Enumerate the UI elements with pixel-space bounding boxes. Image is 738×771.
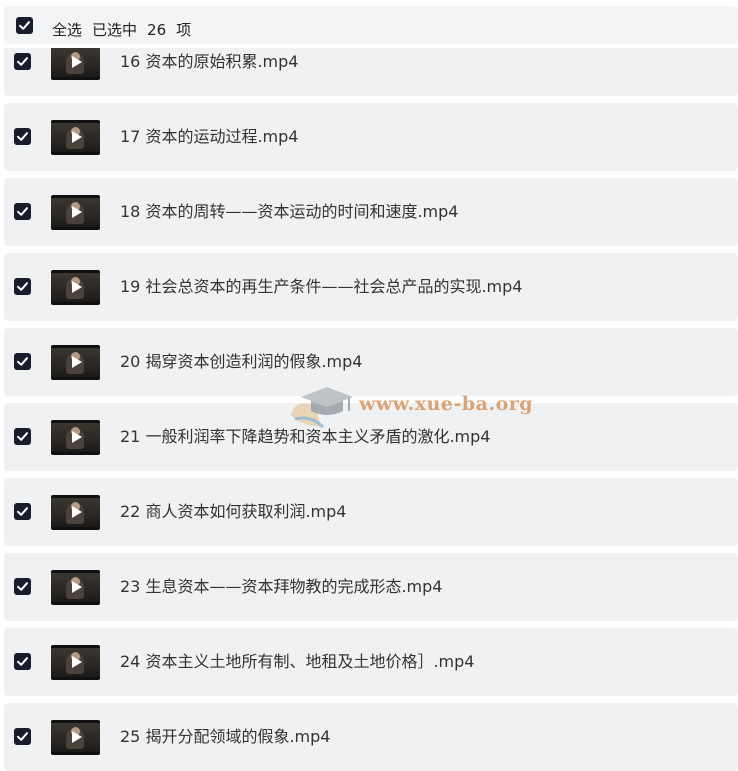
checkmark-icon <box>17 432 28 441</box>
item-title: 19 社会总资本的再生产条件——社会总产品的实现.mp4 <box>120 277 523 296</box>
item-title: 21 一般利润率下降趋势和资本主义矛盾的激化.mp4 <box>120 427 491 446</box>
list-item[interactable]: 17 资本的运动过程.mp4 <box>4 103 738 171</box>
select-all-label[interactable]: 全选 <box>52 21 82 39</box>
play-icon[interactable] <box>72 206 82 218</box>
play-icon[interactable] <box>72 431 82 443</box>
checkmark-icon <box>17 357 28 366</box>
checkmark-icon <box>17 132 28 141</box>
list-item[interactable]: 23 生息资本——资本拜物教的完成形态.mp4 <box>4 553 738 621</box>
play-icon[interactable] <box>72 356 82 368</box>
item-checkbox[interactable] <box>14 653 31 670</box>
play-icon[interactable] <box>72 281 82 293</box>
video-thumbnail[interactable] <box>51 645 100 680</box>
item-title: 20 揭穿资本创造利润的假象.mp4 <box>120 352 363 371</box>
item-title: 22 商人资本如何获取利润.mp4 <box>120 502 347 521</box>
selection-summary: 全选 已选中 26 项 <box>52 20 201 40</box>
checkmark-icon <box>17 657 28 666</box>
play-icon[interactable] <box>72 656 82 668</box>
select-all-checkbox[interactable] <box>16 17 33 34</box>
item-checkbox[interactable] <box>14 278 31 295</box>
item-checkbox[interactable] <box>14 428 31 445</box>
list-item[interactable]: 18 资本的周转——资本运动的时间和速度.mp4 <box>4 178 738 246</box>
play-icon[interactable] <box>72 731 82 743</box>
list-item[interactable]: 22 商人资本如何获取利润.mp4 <box>4 478 738 546</box>
checkmark-icon <box>17 582 28 591</box>
selected-count: 26 <box>147 21 167 39</box>
checkmark-icon <box>17 282 28 291</box>
item-checkbox[interactable] <box>14 578 31 595</box>
item-title: 25 揭开分配领域的假象.mp4 <box>120 727 331 746</box>
play-icon[interactable] <box>72 581 82 593</box>
selected-suffix: 项 <box>176 21 192 39</box>
video-thumbnail[interactable] <box>51 720 100 755</box>
play-icon[interactable] <box>72 56 82 68</box>
video-thumbnail[interactable] <box>51 345 100 380</box>
selected-prefix: 已选中 <box>92 21 138 39</box>
video-thumbnail[interactable] <box>51 120 100 155</box>
item-checkbox[interactable] <box>14 353 31 370</box>
video-thumbnail[interactable] <box>51 195 100 230</box>
play-icon[interactable] <box>72 131 82 143</box>
item-checkbox[interactable] <box>14 128 31 145</box>
video-thumbnail[interactable] <box>51 270 100 305</box>
video-thumbnail[interactable] <box>51 495 100 530</box>
list-item[interactable]: 19 社会总资本的再生产条件——社会总产品的实现.mp4 <box>4 253 738 321</box>
item-title: 23 生息资本——资本拜物教的完成形态.mp4 <box>120 577 443 596</box>
item-title: 16 资本的原始积累.mp4 <box>120 52 299 71</box>
item-title: 17 资本的运动过程.mp4 <box>120 127 299 146</box>
list-item[interactable]: 20 揭穿资本创造利润的假象.mp4 <box>4 328 738 396</box>
list-item[interactable]: 24 资本主义土地所有制、地租及土地价格］.mp4 <box>4 628 738 696</box>
item-checkbox[interactable] <box>14 503 31 520</box>
checkmark-icon <box>17 732 28 741</box>
item-checkbox[interactable] <box>14 203 31 220</box>
item-title: 18 资本的周转——资本运动的时间和速度.mp4 <box>120 202 459 221</box>
video-thumbnail[interactable] <box>51 420 100 455</box>
list-item[interactable]: 21 一般利润率下降趋势和资本主义矛盾的激化.mp4 <box>4 403 738 471</box>
item-checkbox[interactable] <box>14 728 31 745</box>
item-title: 24 资本主义土地所有制、地租及土地价格］.mp4 <box>120 652 475 671</box>
list-item[interactable]: 25 揭开分配领域的假象.mp4 <box>4 703 738 771</box>
checkmark-icon <box>17 207 28 216</box>
video-thumbnail[interactable] <box>51 570 100 605</box>
checkmark-icon <box>19 21 30 30</box>
play-icon[interactable] <box>72 506 82 518</box>
checkmark-icon <box>17 57 28 66</box>
item-checkbox[interactable] <box>14 53 31 70</box>
video-thumbnail[interactable] <box>51 45 100 80</box>
selection-header: 全选 已选中 26 项 <box>0 0 738 48</box>
checkmark-icon <box>17 507 28 516</box>
selection-header-bar: 全选 已选中 26 项 <box>4 6 738 44</box>
